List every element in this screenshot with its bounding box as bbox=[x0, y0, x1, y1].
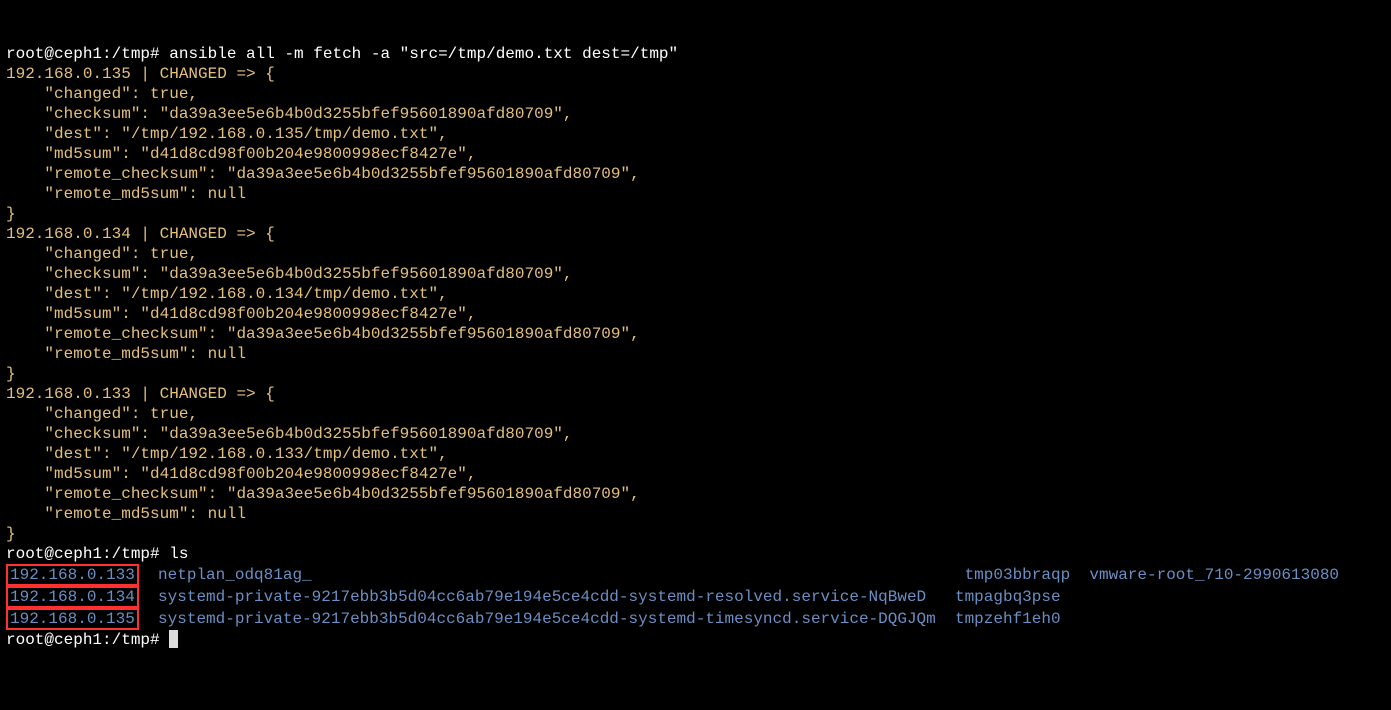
output-line: "remote_checksum": "da39a3ee5e6b4b0d3255… bbox=[6, 485, 640, 503]
ls-dir: 192.168.0.133 bbox=[10, 566, 135, 584]
highlight-box: 192.168.0.135 bbox=[6, 608, 139, 630]
host-header: 192.168.0.134 | CHANGED => { bbox=[6, 225, 275, 243]
output-line: "md5sum": "d41d8cd98f00b204e9800998ecf84… bbox=[6, 465, 476, 483]
output-line: } bbox=[6, 365, 16, 383]
output-line: "remote_checksum": "da39a3ee5e6b4b0d3255… bbox=[6, 325, 640, 343]
output-line: "checksum": "da39a3ee5e6b4b0d3255bfef956… bbox=[6, 265, 573, 283]
ls-entry: tmp03bbraqp bbox=[965, 566, 1071, 584]
output-line: "md5sum": "d41d8cd98f00b204e9800998ecf84… bbox=[6, 305, 476, 323]
cursor-icon bbox=[169, 630, 178, 648]
ls-dir: 192.168.0.135 bbox=[10, 610, 135, 628]
output-line: "dest": "/tmp/192.168.0.134/tmp/demo.txt… bbox=[6, 285, 448, 303]
prompt-2-command: ls bbox=[169, 545, 188, 563]
ls-entry: netplan_odq81ag_ bbox=[158, 566, 312, 584]
output-line: "remote_checksum": "da39a3ee5e6b4b0d3255… bbox=[6, 165, 640, 183]
ls-entry: tmpagbq3pse bbox=[955, 588, 1061, 606]
prompt-1-command: ansible all -m fetch -a "src=/tmp/demo.t… bbox=[169, 45, 678, 63]
prompt-1-prefix: root@ceph1:/tmp# bbox=[6, 45, 169, 63]
prompt-3-prefix: root@ceph1:/tmp# bbox=[6, 631, 169, 649]
host-header: 192.168.0.133 | CHANGED => { bbox=[6, 385, 275, 403]
output-line: "checksum": "da39a3ee5e6b4b0d3255bfef956… bbox=[6, 105, 573, 123]
ls-entry: systemd-private-9217ebb3b5d04cc6ab79e194… bbox=[158, 610, 936, 628]
highlight-box: 192.168.0.133 bbox=[6, 564, 139, 586]
output-line: "dest": "/tmp/192.168.0.133/tmp/demo.txt… bbox=[6, 445, 448, 463]
ls-entry: tmpzehf1eh0 bbox=[955, 610, 1061, 628]
output-line: "md5sum": "d41d8cd98f00b204e9800998ecf84… bbox=[6, 145, 476, 163]
output-line: "checksum": "da39a3ee5e6b4b0d3255bfef956… bbox=[6, 425, 573, 443]
output-line: "remote_md5sum": null bbox=[6, 185, 246, 203]
output-line: } bbox=[6, 525, 16, 543]
output-line: "changed": true, bbox=[6, 405, 198, 423]
output-line: "remote_md5sum": null bbox=[6, 345, 246, 363]
output-line: "changed": true, bbox=[6, 245, 198, 263]
output-line: "changed": true, bbox=[6, 85, 198, 103]
ls-entry: systemd-private-9217ebb3b5d04cc6ab79e194… bbox=[158, 588, 926, 606]
ls-dir: 192.168.0.134 bbox=[10, 588, 135, 606]
terminal[interactable]: root@ceph1:/tmp# ansible all -m fetch -a… bbox=[6, 44, 1385, 650]
output-line: } bbox=[6, 205, 16, 223]
prompt-2-prefix: root@ceph1:/tmp# bbox=[6, 545, 169, 563]
highlight-box: 192.168.0.134 bbox=[6, 586, 139, 608]
host-header: 192.168.0.135 | CHANGED => { bbox=[6, 65, 275, 83]
output-line: "remote_md5sum": null bbox=[6, 505, 246, 523]
ls-entry: vmware-root_710-2990613080 bbox=[1089, 566, 1339, 584]
output-line: "dest": "/tmp/192.168.0.135/tmp/demo.txt… bbox=[6, 125, 448, 143]
